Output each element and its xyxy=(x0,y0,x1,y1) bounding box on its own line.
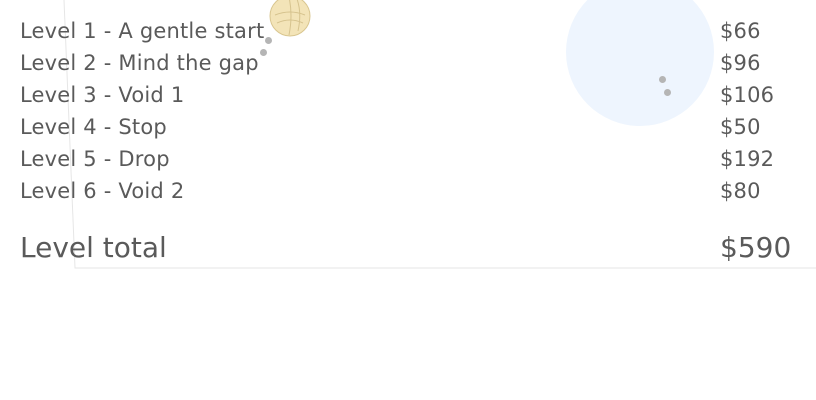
level-score: $192 xyxy=(720,147,775,171)
level-score: $96 xyxy=(720,51,761,75)
level-row: Level 6 - Void 2 $80 xyxy=(20,178,800,204)
level-row: Level 4 - Stop $50 xyxy=(20,114,800,140)
level-name: Level 6 - Void 2 xyxy=(20,179,185,203)
level-summary-screen: Level 1 - A gentle start $66 Level 2 - M… xyxy=(0,0,816,400)
level-row: Level 3 - Void 1 $106 xyxy=(20,82,800,108)
level-name: Level 5 - Drop xyxy=(20,147,170,171)
level-name: Level 3 - Void 1 xyxy=(20,83,185,107)
level-row: Level 1 - A gentle start $66 xyxy=(20,18,800,44)
level-total-value: $590 xyxy=(720,231,792,264)
level-row: Level 5 - Drop $192 xyxy=(20,146,800,172)
level-score: $106 xyxy=(720,83,775,107)
level-score: $50 xyxy=(720,115,761,139)
level-total-row: Level total $590 xyxy=(20,230,810,266)
level-score: $66 xyxy=(720,19,761,43)
level-score: $80 xyxy=(720,179,761,203)
level-total-label: Level total xyxy=(20,231,167,264)
level-name: Level 1 - A gentle start xyxy=(20,19,265,43)
level-name: Level 4 - Stop xyxy=(20,115,167,139)
level-row: Level 2 - Mind the gap $96 xyxy=(20,50,800,76)
level-name: Level 2 - Mind the gap xyxy=(20,51,259,75)
